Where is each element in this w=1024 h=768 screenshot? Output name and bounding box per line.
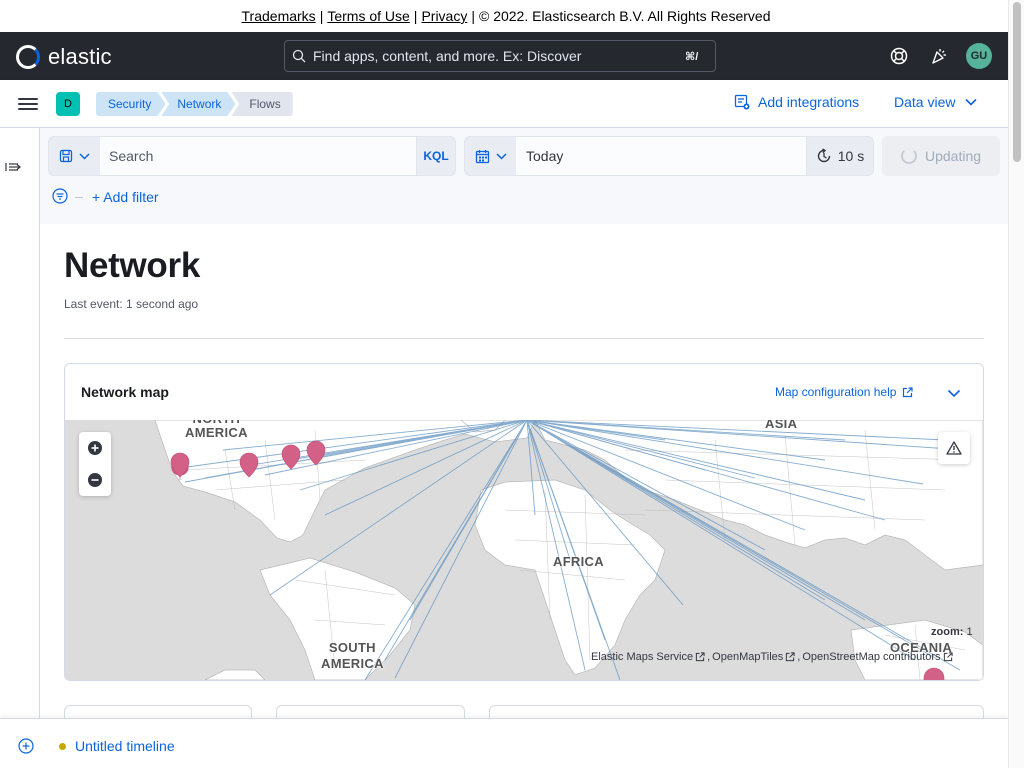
collapse-panel-button[interactable] bbox=[947, 385, 961, 403]
data-view-dropdown[interactable]: Data view bbox=[894, 94, 978, 110]
zoom-out-button[interactable] bbox=[79, 464, 111, 496]
save-icon bbox=[59, 149, 73, 163]
search-placeholder: Search bbox=[109, 148, 154, 164]
map-label-south-america: SOUTH AMERICA bbox=[321, 640, 384, 671]
search-input[interactable]: Search bbox=[100, 136, 418, 176]
refresh-interval: 10 s bbox=[837, 148, 865, 164]
chevron-down-icon bbox=[79, 152, 90, 160]
map-zoom-controls bbox=[79, 432, 111, 496]
plus-in-circle-icon bbox=[18, 738, 34, 754]
update-button[interactable]: Updating bbox=[882, 136, 1000, 176]
add-integrations-button[interactable]: Add integrations bbox=[734, 94, 859, 110]
breadcrumb-flows: Flows bbox=[231, 92, 293, 116]
date-range-display[interactable]: Today bbox=[516, 136, 808, 176]
map-label-africa: AFRICA bbox=[553, 554, 604, 569]
chevron-down-icon bbox=[965, 98, 978, 106]
zoom-value: 1 bbox=[966, 626, 973, 638]
legal-banner: Trademarks | Terms of Use | Privacy | © … bbox=[0, 0, 1012, 32]
trademarks-link[interactable]: Trademarks bbox=[242, 8, 316, 24]
logo-text: elastic bbox=[48, 44, 112, 69]
quick-date-menu-button[interactable] bbox=[464, 136, 517, 176]
map-warning-button[interactable] bbox=[938, 432, 970, 464]
calendar-icon bbox=[475, 149, 489, 163]
timeline-bar: Untitled timeline bbox=[0, 718, 1008, 768]
data-view-label: Data view bbox=[894, 94, 956, 110]
integrations-icon bbox=[734, 94, 750, 110]
elastic-logo[interactable]: elastic bbox=[16, 44, 112, 70]
update-label: Updating bbox=[924, 148, 982, 164]
map-configuration-help-link[interactable]: Map configuration help bbox=[775, 385, 914, 399]
chevron-down-icon bbox=[495, 152, 507, 160]
attribution-openmaptiles[interactable]: OpenMapTiles bbox=[712, 651, 783, 663]
divider bbox=[64, 338, 984, 339]
separator: | bbox=[413, 8, 418, 24]
elastic-logo-icon bbox=[16, 45, 40, 69]
side-navigation bbox=[0, 128, 40, 718]
external-link-icon bbox=[786, 652, 795, 662]
attribution-elastic-maps[interactable]: Elastic Maps Service bbox=[591, 651, 693, 663]
timeline-title-link[interactable]: Untitled timeline bbox=[75, 738, 175, 754]
panel-title: Network map bbox=[81, 384, 169, 400]
external-link-icon bbox=[903, 386, 914, 397]
last-event-text: Last event: 1 second ago bbox=[64, 297, 199, 311]
user-avatar[interactable]: GU bbox=[966, 43, 992, 69]
separator: | bbox=[471, 8, 475, 24]
map-attribution: Elastic Maps Service , OpenMapTiles , Op… bbox=[591, 651, 953, 663]
loading-spinner-icon bbox=[900, 148, 917, 164]
breadcrumb: Security Network Flows bbox=[96, 92, 293, 116]
news-feed-button[interactable] bbox=[926, 43, 952, 69]
minus-circle-icon bbox=[88, 473, 102, 487]
privacy-link[interactable]: Privacy bbox=[421, 8, 467, 24]
zoom-label: zoom: bbox=[931, 626, 964, 638]
help-lifebuoy-icon bbox=[890, 47, 908, 65]
add-integrations-label: Add integrations bbox=[758, 94, 860, 110]
breadcrumb-security[interactable]: Security bbox=[96, 92, 165, 116]
network-map-panel: Network map Map configuration help AMERI… bbox=[64, 363, 984, 681]
refresh-time-icon bbox=[817, 148, 830, 163]
divider bbox=[75, 197, 83, 198]
external-link-icon bbox=[695, 652, 705, 662]
map-help-label: Map configuration help bbox=[775, 385, 897, 399]
keyboard-shortcut: ⌘/ bbox=[685, 50, 699, 63]
search-placeholder: Find apps, content, and more. Ex: Discov… bbox=[313, 48, 582, 64]
copyright-text: © 2022. Elasticsearch B.V. All Rights Re… bbox=[478, 8, 771, 24]
plus-circle-icon bbox=[88, 441, 102, 455]
map-canvas[interactable] bbox=[65, 420, 983, 680]
expand-nav-icon[interactable] bbox=[5, 160, 21, 176]
scrollbar-thumb[interactable] bbox=[1013, 2, 1021, 162]
global-header: elastic Find apps, content, and more. Ex… bbox=[0, 32, 1008, 80]
space-selector[interactable]: D bbox=[56, 92, 80, 116]
timeline-status-dot bbox=[59, 743, 66, 750]
network-map[interactable]: NORTH AMERICA SOUTH AMERICA AFRICA ASIA … bbox=[65, 420, 983, 680]
external-link-icon bbox=[943, 652, 953, 662]
page-title: Network bbox=[64, 246, 200, 285]
zoom-in-button[interactable] bbox=[79, 432, 111, 464]
date-range-text: Today bbox=[526, 148, 564, 164]
add-timeline-button[interactable] bbox=[18, 738, 34, 759]
separator: | bbox=[319, 8, 324, 24]
breadcrumb-bar: D Security Network Flows Add integration… bbox=[0, 80, 1008, 128]
query-language-button[interactable]: KQL bbox=[416, 136, 456, 176]
hamburger-menu-button[interactable] bbox=[18, 95, 38, 113]
saved-query-button[interactable] bbox=[48, 136, 101, 176]
help-button[interactable] bbox=[886, 43, 912, 69]
search-icon bbox=[285, 49, 313, 63]
zoom-readout: zoom: 1 bbox=[931, 626, 973, 638]
map-label-asia: ASIA bbox=[765, 420, 798, 431]
chevron-down-icon bbox=[947, 389, 961, 398]
map-label-north-america: NORTH AMERICA bbox=[185, 420, 248, 440]
page-scrollbar[interactable] bbox=[1008, 0, 1024, 768]
breadcrumb-network[interactable]: Network bbox=[161, 92, 235, 116]
cheer-icon bbox=[932, 49, 946, 64]
filter-menu-icon[interactable] bbox=[52, 188, 68, 209]
terms-of-use-link[interactable]: Terms of Use bbox=[327, 8, 409, 24]
warning-icon bbox=[946, 441, 962, 455]
global-search-input[interactable]: Find apps, content, and more. Ex: Discov… bbox=[284, 40, 716, 72]
attribution-openstreetmap[interactable]: OpenStreetMap contributors bbox=[802, 651, 940, 663]
auto-refresh-button[interactable]: 10 s bbox=[806, 136, 874, 176]
add-filter-button[interactable]: + Add filter bbox=[92, 189, 159, 205]
